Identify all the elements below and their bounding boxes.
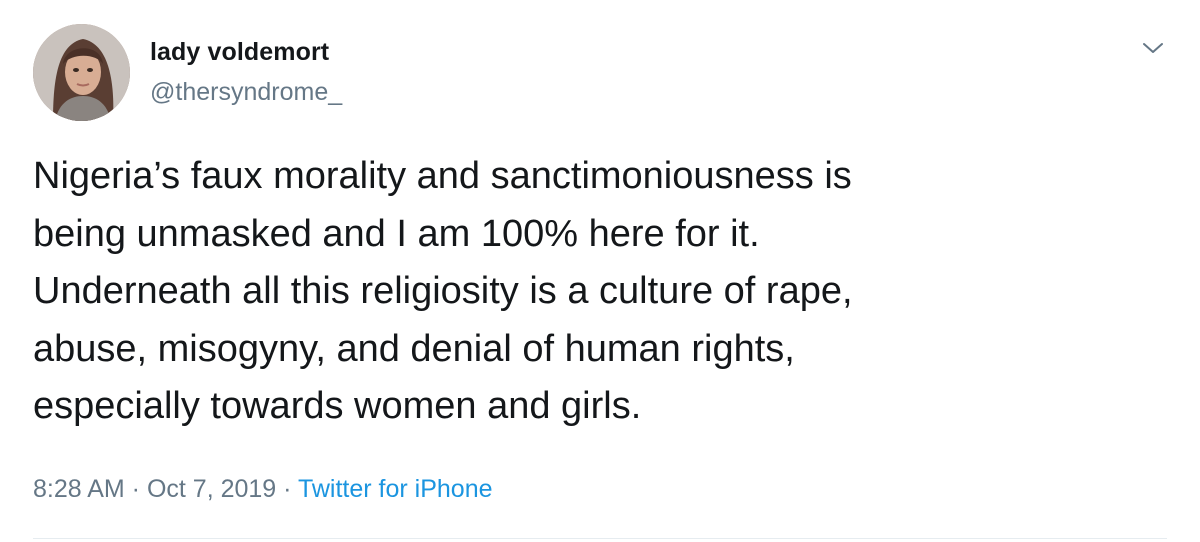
tweet-source-link[interactable]: Twitter for iPhone bbox=[298, 475, 493, 503]
avatar-image bbox=[33, 24, 130, 121]
meta-separator: · bbox=[276, 475, 298, 503]
tweet-text-line: Underneath all this religiosity is a cul… bbox=[33, 270, 853, 312]
tweet-time[interactable]: 8:28 AM bbox=[33, 475, 125, 503]
tweet-text-line: being unmasked and I am 100% here for it… bbox=[33, 212, 760, 255]
tweet-text: Nigeria’s faux morality and sanctimoniou… bbox=[33, 148, 1153, 436]
tweet-metadata: 8:28 AM · Oct 7, 2019 · Twitter for iPho… bbox=[33, 475, 493, 504]
author-display-name[interactable]: lady voldemort bbox=[150, 38, 329, 67]
tweet-card: lady voldemort @thersyndrome_ Nigeria’s … bbox=[0, 0, 1200, 542]
tweet-text-line: Nigeria’s faux morality and sanctimoniou… bbox=[33, 155, 852, 197]
author-handle[interactable]: @thersyndrome_ bbox=[150, 78, 342, 107]
meta-separator: · bbox=[124, 475, 147, 503]
tweet-text-line: especially towards women and girls. bbox=[33, 385, 642, 427]
tweet-text-line: abuse, misogyny, and denial of human rig… bbox=[33, 327, 795, 370]
avatar[interactable] bbox=[33, 24, 130, 121]
chevron-down-icon[interactable] bbox=[1141, 38, 1165, 58]
tweet-date[interactable]: Oct 7, 2019 bbox=[147, 475, 276, 503]
divider bbox=[33, 538, 1167, 539]
